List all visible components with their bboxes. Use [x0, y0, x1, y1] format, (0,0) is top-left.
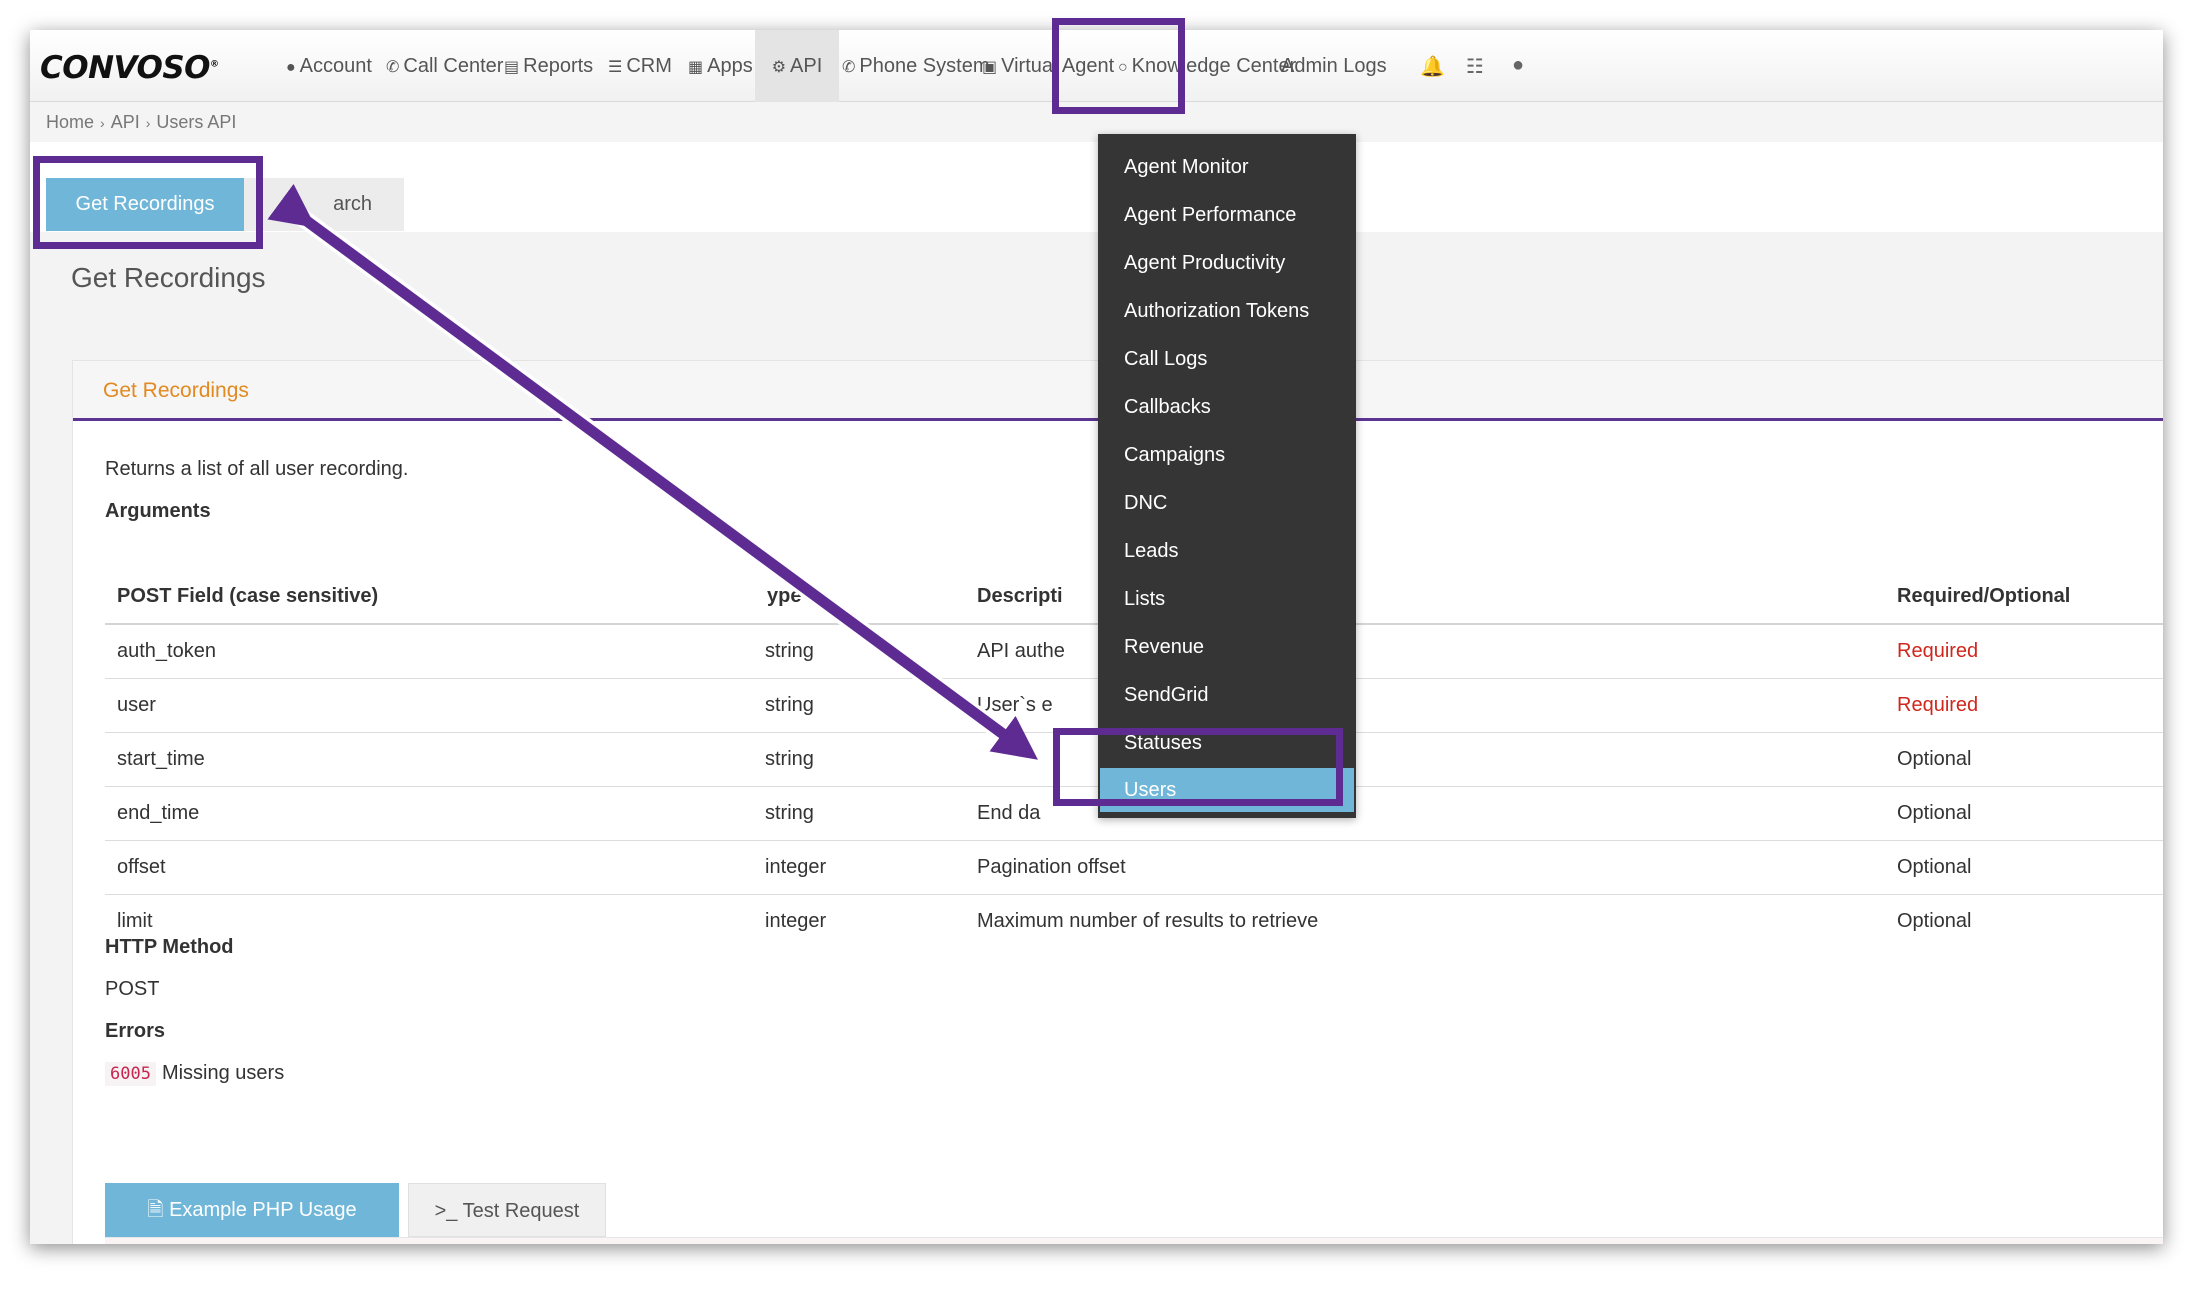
arrow-line — [267, 183, 1038, 760]
annotation-arrow — [267, 183, 1039, 763]
